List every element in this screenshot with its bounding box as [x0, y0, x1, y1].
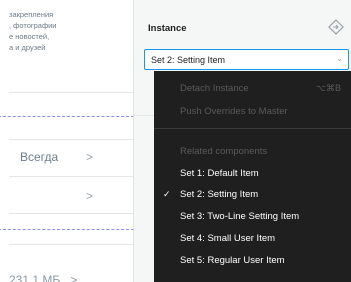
- menu-item-push-overrides[interactable]: Push Overrides to Master: [180, 106, 288, 117]
- storage-row-value: 231 1 МБ >: [9, 273, 77, 282]
- phone-mockup: закрепления , фотографии е новостей, а и…: [0, 0, 133, 282]
- related-components-heading: Related components: [180, 146, 268, 157]
- menu-divider: [154, 128, 351, 129]
- menu-item-component-set-5[interactable]: Set 5: Regular User Item: [180, 255, 285, 266]
- checkmark-icon: ✓: [163, 189, 171, 199]
- divider: [9, 213, 133, 214]
- mockup-description: закрепления , фотографии е новостей, а и…: [9, 10, 57, 52]
- menu-item-component-set-3[interactable]: Set 3: Two-Line Setting Item: [180, 211, 299, 222]
- menu-item-detach-instance[interactable]: Detach Instance: [180, 83, 249, 94]
- divider: [9, 139, 133, 140]
- divider: [9, 92, 133, 93]
- instance-dropdown-menu: Detach Instance ⌥⌘B Push Overrides to Ma…: [154, 71, 351, 282]
- canvas: закрепления , фотографии е новостей, а и…: [0, 0, 351, 282]
- chevron-right-icon: >: [70, 273, 78, 282]
- go-to-master-component-icon[interactable]: [327, 18, 345, 36]
- chevron-down-icon: ⌄: [336, 54, 343, 63]
- setting-row-value: Всегда: [20, 150, 59, 164]
- instance-section-title: Instance: [148, 23, 187, 34]
- instance-select-value: Set 2: Setting Item: [151, 55, 226, 65]
- chevron-right-icon: >: [86, 150, 94, 164]
- divider: [9, 244, 133, 245]
- divider: [9, 176, 133, 177]
- menu-item-component-set-1[interactable]: Set 1: Default Item: [180, 168, 259, 179]
- detach-shortcut: ⌥⌘B: [315, 83, 341, 93]
- menu-item-component-set-4[interactable]: Set 4: Small User Item: [180, 233, 275, 244]
- menu-item-component-set-2[interactable]: Set 2: Setting Item: [180, 189, 258, 200]
- instance-swap-select[interactable]: Set 2: Setting Item ⌄: [144, 49, 349, 70]
- chevron-right-icon: >: [86, 189, 94, 203]
